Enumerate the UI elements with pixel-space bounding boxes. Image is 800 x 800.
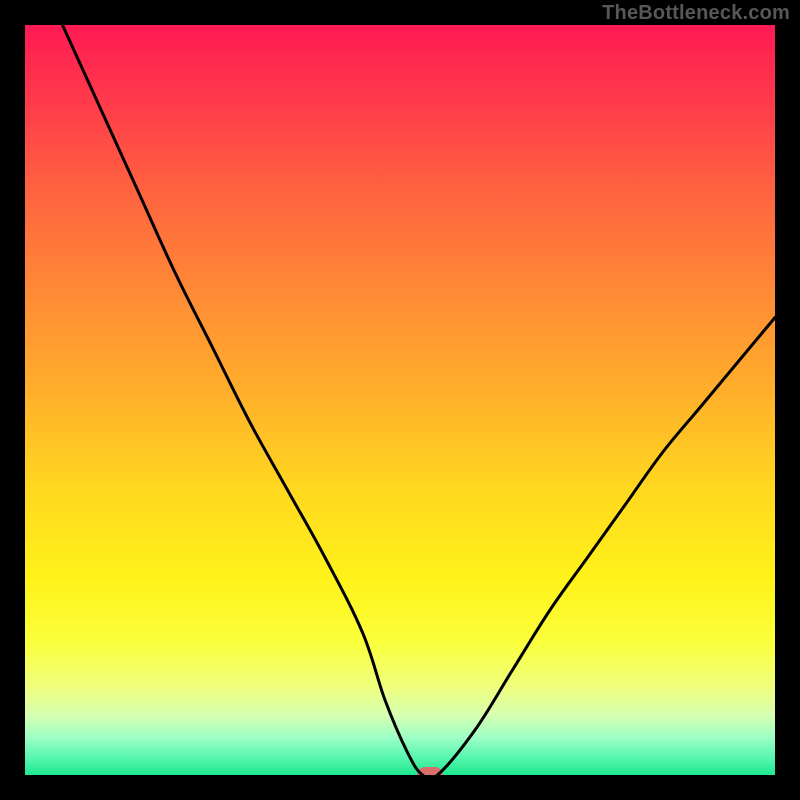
watermark-text: TheBottleneck.com (602, 2, 790, 25)
plot-area (25, 25, 775, 775)
chart-frame: TheBottleneck.com (0, 0, 800, 800)
bottleneck-curve (25, 25, 775, 775)
